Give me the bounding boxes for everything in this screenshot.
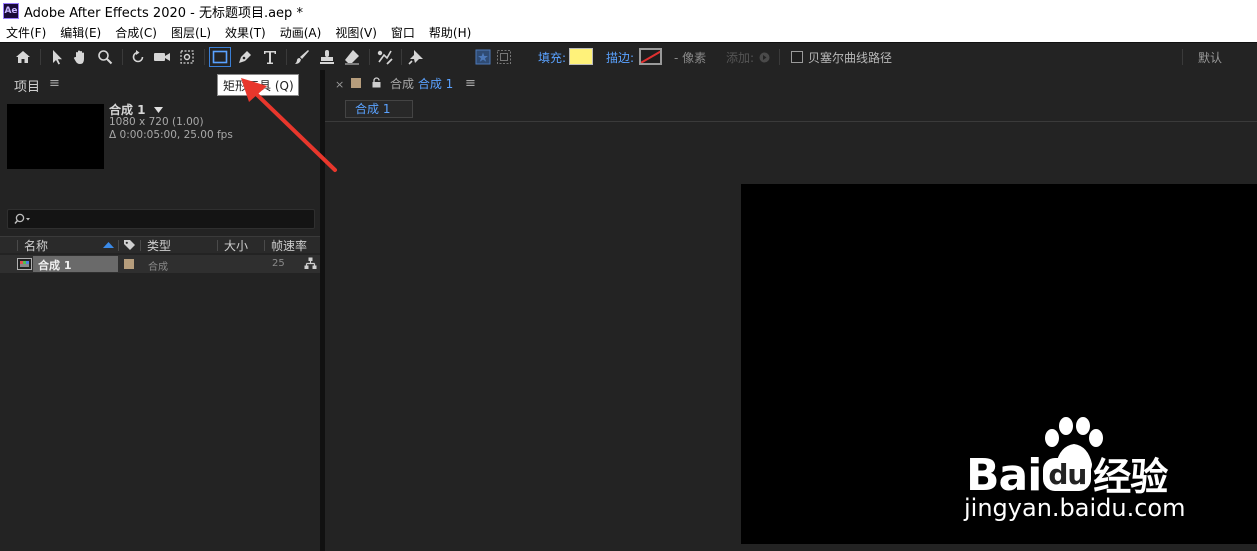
- rectangle-tool-icon[interactable]: [209, 47, 231, 67]
- bezier-path-label[interactable]: 贝塞尔曲线路径: [808, 49, 892, 66]
- divider: [325, 121, 1257, 122]
- menu-animation[interactable]: 动画(A): [280, 24, 322, 41]
- panel-menu-icon[interactable]: ≡: [49, 76, 60, 91]
- composition-tab-prefix: 合成: [390, 77, 415, 91]
- rotate-tool-icon[interactable]: [127, 47, 149, 67]
- roto-brush-tool-icon[interactable]: [374, 47, 396, 67]
- composition-name: 合成 1: [109, 103, 146, 117]
- menu-window[interactable]: 窗口: [391, 24, 415, 41]
- menu-view[interactable]: 视图(V): [335, 24, 377, 41]
- flowchart-icon[interactable]: [304, 257, 317, 270]
- composition-tab[interactable]: 合成 合成 1: [390, 75, 453, 92]
- label-color-swatch[interactable]: [351, 78, 361, 88]
- dropdown-arrow-icon[interactable]: [153, 107, 163, 114]
- item-name: 合成 1: [38, 259, 72, 272]
- zoom-tool-icon[interactable]: [94, 47, 116, 67]
- clone-stamp-tool-icon[interactable]: [316, 47, 338, 67]
- window-title: Adobe After Effects 2020 - 无标题项目.aep *: [24, 5, 303, 21]
- item-type: 合成: [148, 262, 168, 273]
- composition-breadcrumb[interactable]: 合成 1: [345, 100, 413, 118]
- stroke-color-swatch[interactable]: [639, 48, 662, 65]
- workspace-default[interactable]: 默认: [1198, 49, 1222, 66]
- pen-tool-icon[interactable]: [234, 47, 256, 67]
- selection-tool-icon[interactable]: [46, 47, 68, 67]
- panel-menu-icon[interactable]: ≡: [465, 76, 476, 91]
- column-type[interactable]: 类型: [147, 237, 171, 254]
- baidu-logo-middle: du: [1043, 458, 1092, 491]
- stroke-label[interactable]: 描边:: [606, 49, 634, 66]
- column-frame-rate[interactable]: 帧速率: [271, 237, 307, 254]
- hand-tool-icon[interactable]: [69, 47, 91, 67]
- menu-composition[interactable]: 合成(C): [115, 24, 157, 41]
- camera-tool-icon[interactable]: [151, 47, 173, 67]
- menu-layer[interactable]: 图层(L): [171, 24, 211, 41]
- type-tool-icon[interactable]: [259, 47, 281, 67]
- label-color-swatch[interactable]: [124, 259, 134, 269]
- fill-color-swatch[interactable]: [569, 48, 593, 65]
- column-name[interactable]: 名称: [24, 237, 48, 254]
- pan-behind-tool-icon[interactable]: [176, 47, 198, 67]
- title-bar: Ae Adobe After Effects 2020 - 无标题项目.aep …: [0, 0, 1257, 22]
- fill-label[interactable]: 填充:: [538, 49, 566, 66]
- menu-bar: 文件(F) 编辑(E) 合成(C) 图层(L) 效果(T) 动画(A) 视图(V…: [0, 22, 1257, 42]
- after-effects-logo-icon: Ae: [3, 3, 19, 19]
- project-search-input[interactable]: [7, 209, 315, 229]
- baidu-logo: Bai du 经验: [966, 446, 1168, 501]
- item-fps: 25: [272, 258, 285, 269]
- annotation-arrow-icon: [241, 78, 337, 172]
- menu-effect[interactable]: 效果(T): [225, 24, 266, 41]
- home-icon[interactable]: [12, 47, 34, 67]
- baidu-logo-right: 经验: [1093, 455, 1168, 499]
- eraser-tool-icon[interactable]: [341, 47, 363, 67]
- menu-file[interactable]: 文件(F): [6, 24, 46, 41]
- lock-icon[interactable]: [372, 77, 381, 88]
- composition-item-icon: [17, 258, 32, 270]
- sort-ascending-icon[interactable]: [103, 242, 114, 248]
- project-column-header: 名称 类型 大小 帧速率: [0, 236, 320, 253]
- tool-creates-shape-icon[interactable]: [473, 47, 493, 67]
- tool-creates-mask-icon[interactable]: [494, 47, 514, 67]
- composition-tab-name: 合成 1: [417, 77, 454, 91]
- tools-toolbar: 填充: 描边: - 像素 添加: 贝塞尔曲线路径 默认: [0, 42, 1257, 70]
- puppet-pin-tool-icon[interactable]: [405, 47, 427, 67]
- composition-duration: Δ 0:00:05:00, 25.00 fps: [109, 129, 233, 141]
- add-options-icon[interactable]: [757, 47, 771, 67]
- composition-size: 1080 x 720 (1.00): [109, 116, 204, 128]
- watermark-url: jingyan.baidu.com: [964, 494, 1186, 522]
- bezier-path-checkbox[interactable]: [791, 51, 803, 63]
- menu-help[interactable]: 帮助(H): [429, 24, 471, 41]
- add-label: 添加:: [726, 51, 755, 65]
- project-panel-title[interactable]: 项目: [14, 76, 40, 95]
- label-tag-icon[interactable]: [123, 239, 136, 252]
- column-size[interactable]: 大小: [224, 237, 248, 254]
- menu-edit[interactable]: 编辑(E): [60, 24, 101, 41]
- stroke-width-units[interactable]: - 像素: [674, 49, 706, 66]
- composition-thumbnail: [7, 104, 104, 169]
- brush-tool-icon[interactable]: [291, 47, 313, 67]
- search-icon[interactable]: [14, 213, 32, 225]
- table-row[interactable]: 合成 1 合成 25: [0, 255, 320, 273]
